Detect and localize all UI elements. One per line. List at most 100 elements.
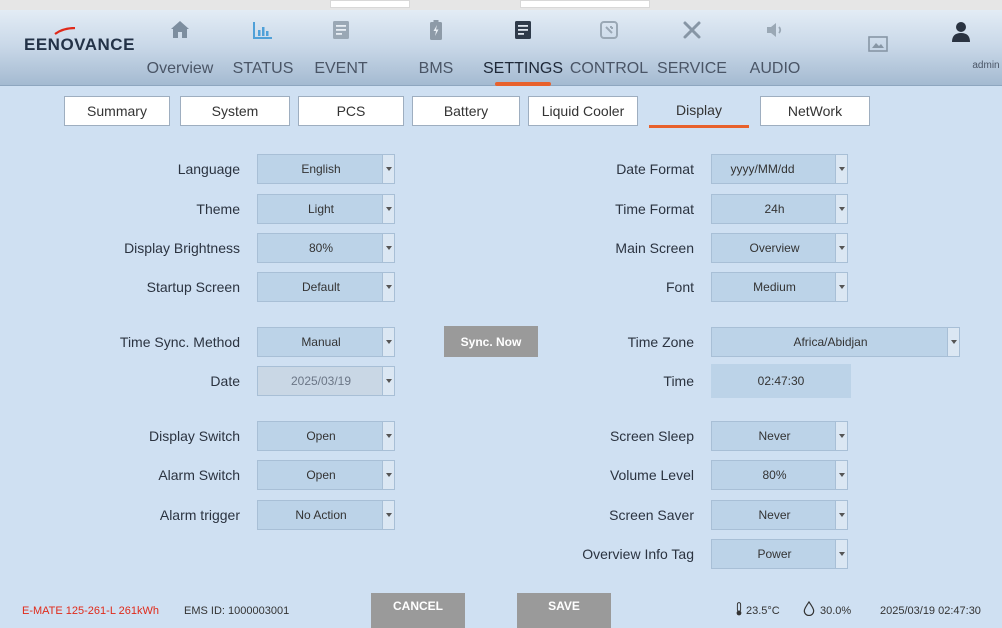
volume-label: Volume Level [609,467,694,483]
date-label: Date [210,373,240,389]
nav-active-underline [495,82,551,86]
display-switch-select[interactable]: Open [257,421,395,451]
tools-icon [683,21,701,39]
chevron-down-icon [835,540,847,568]
chevron-down-icon [382,501,394,529]
nav-overview[interactable]: Overview [140,18,220,84]
home-icon [171,21,189,38]
startup-select[interactable]: Default [257,272,395,302]
control-icon [600,21,618,39]
time-zone-select[interactable]: Africa/Abidjan [711,327,960,357]
chevron-down-icon [835,461,847,489]
nav-settings[interactable]: SETTINGS [480,18,566,86]
tab-pcs[interactable]: PCS [298,96,404,126]
brand-logo: EENOVANCE [24,27,135,55]
time-sync-select[interactable]: Manual [257,327,395,357]
chevron-down-icon [382,328,394,356]
chevron-down-icon [382,155,394,183]
alarm-switch-select[interactable]: Open [257,460,395,490]
chevron-down-icon [382,422,394,450]
alarm-switch-label: Alarm Switch [158,467,240,483]
main-screen-label: Main Screen [615,240,694,256]
volume-select[interactable]: 80% [711,460,848,490]
time-sync-label: Time Sync. Method [119,334,240,350]
startup-label: Startup Screen [146,279,240,295]
alarm-trigger-select[interactable]: No Action [257,500,395,530]
info-tag-select[interactable]: Power [711,539,848,569]
date-picker[interactable]: 2025/03/19 [257,366,395,396]
top-strip [0,0,1002,10]
tab-summary[interactable]: Summary [64,96,170,126]
nav-status[interactable]: STATUS [225,18,301,84]
ems-id: EMS ID: 1000003001 [184,605,290,617]
date-format-select[interactable]: yyyy/MM/dd [711,154,848,184]
time-value: 02:47:30 [711,364,851,398]
settings-list-icon [515,21,531,39]
tab-network[interactable]: NetWork [760,96,870,126]
chevron-down-icon [835,422,847,450]
top-strip-segment [330,0,410,8]
cancel-button[interactable]: CANCEL [371,593,465,628]
nav-bms[interactable]: BMS [408,18,464,84]
chart-icon [253,22,272,39]
humidity-value: 30.0% [820,605,852,617]
user-icon [952,22,970,42]
chevron-down-icon [382,367,394,395]
tab-liquid-cooler[interactable]: Liquid Cooler [528,96,638,126]
logo-swoosh-icon [54,27,76,35]
alarm-trigger-label: Alarm trigger [159,507,240,523]
time-format-select[interactable]: 24h [711,194,848,224]
header-bar: EENOVANCE Overview STATUS EVENT BMS SETT… [0,10,1002,86]
device-model: E-MATE 125-261-L 261kWh [22,605,159,617]
chevron-down-icon [835,234,847,262]
main-screen-select[interactable]: Overview [711,233,848,263]
chevron-down-icon [382,234,394,262]
image-frame-icon [868,36,888,52]
nav-service[interactable]: SERVICE [652,18,732,84]
tab-system[interactable]: System [180,96,290,126]
display-switch-label: Display Switch [148,428,240,444]
time-label: Time [663,373,694,389]
chevron-down-icon [835,155,847,183]
screen-sleep-label: Screen Sleep [609,428,694,444]
chevron-down-icon [382,273,394,301]
language-label: Language [177,161,240,177]
time-zone-label: Time Zone [627,334,694,350]
nav-audio[interactable]: AUDIO [740,18,810,84]
font-select[interactable]: Medium [711,272,848,302]
theme-label: Theme [196,201,240,217]
time-format-label: Time Format [615,201,694,217]
tab-active-underline [649,125,749,128]
thermometer-icon [736,602,742,616]
screenshot-button[interactable] [858,18,898,84]
tab-display[interactable]: Display [649,96,749,128]
screen-saver-label: Screen Saver [609,507,694,523]
save-button[interactable]: SAVE [517,593,611,628]
humidity-drop-icon [803,601,815,616]
tab-battery[interactable]: Battery [412,96,520,126]
screen-saver-select[interactable]: Never [711,500,848,530]
battery-icon [430,20,442,40]
screen-sleep-select[interactable]: Never [711,421,848,451]
chevron-down-icon [835,273,847,301]
top-strip-segment [520,0,650,8]
footer-datetime: 2025/03/19 02:47:30 [880,605,981,617]
chevron-down-icon [835,195,847,223]
theme-select[interactable]: Light [257,194,395,224]
event-log-icon [333,21,349,39]
chevron-down-icon [835,501,847,529]
nav-event[interactable]: EVENT [306,18,376,84]
chevron-down-icon [382,461,394,489]
info-tag-label: Overview Info Tag [582,546,694,562]
chevron-down-icon [947,328,959,356]
nav-control[interactable]: CONTROL [566,18,652,84]
language-select[interactable]: English [257,154,395,184]
brightness-label: Display Brightness [124,240,240,256]
chevron-down-icon [382,195,394,223]
date-format-label: Date Format [616,161,694,177]
temperature-value: 23.5°C [746,605,780,617]
speaker-icon [767,23,782,37]
brightness-select[interactable]: 80% [257,233,395,263]
font-label: Font [665,279,694,295]
user-menu[interactable]: admin [936,18,1000,78]
